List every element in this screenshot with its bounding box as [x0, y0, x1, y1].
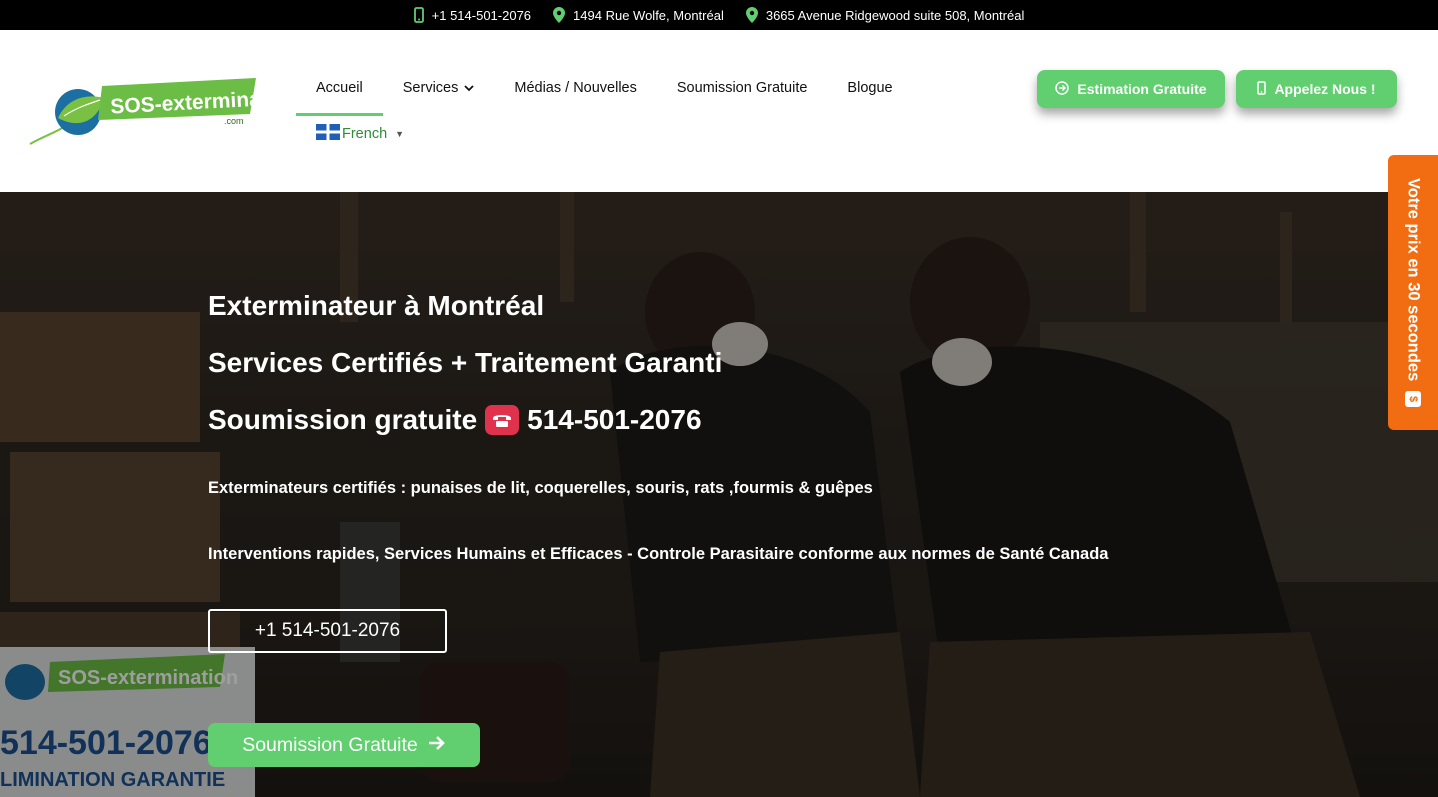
map-pin-icon — [553, 7, 566, 23]
nav-label: Médias / Nouvelles — [514, 80, 637, 96]
hero-paragraph-2: Interventions rapides, Services Humains … — [208, 545, 1109, 563]
side-tab-label: Votre prix en 30 secondes — [1404, 177, 1423, 382]
nav-label: Soumission Gratuite — [676, 80, 808, 96]
hero-soumission-button[interactable]: Soumission Gratuite — [208, 723, 480, 767]
topbar-phone[interactable]: +1 514-501-2076 — [413, 7, 531, 23]
quebec-flag-icon — [316, 124, 340, 144]
estimation-button[interactable]: Estimation Gratuite — [1037, 70, 1225, 108]
main-nav: Accueil Services Médias / Nouvelles Soum… — [296, 72, 913, 116]
hero-phone-button[interactable]: +1 514-501-2076 — [208, 609, 447, 653]
topbar-address-2-text: 3665 Avenue Ridgewood suite 508, Montréa… — [765, 7, 1025, 23]
price-side-tab[interactable]: Votre prix en 30 secondes $ — [1388, 155, 1438, 430]
nav-label: Blogue — [847, 80, 893, 96]
nav-label: Accueil — [316, 80, 363, 96]
topbar-address-1-text: 1494 Rue Wolfe, Montréal — [573, 7, 724, 23]
topbar-address-2: 3665 Avenue Ridgewood suite 508, Montréa… — [745, 7, 1025, 23]
topbar-phone-text[interactable]: +1 514-501-2076 — [432, 8, 531, 23]
mobile-phone-icon — [413, 7, 424, 23]
hero-title-line3: Soumission gratuite 514-501-2076 — [208, 404, 702, 436]
nav-label: Services — [402, 80, 459, 96]
dollar-icon: $ — [1405, 391, 1421, 408]
caret-down-icon: ▼ — [395, 129, 405, 139]
estimation-button-label: Estimation Gratuite — [1077, 81, 1207, 97]
top-info-bar: +1 514-501-2076 1494 Rue Wolfe, Montréal… — [0, 0, 1438, 30]
hero-soumission-label: Soumission Gratuite — [242, 733, 418, 756]
nav-item-medias[interactable]: Médias / Nouvelles — [494, 72, 657, 110]
nav-item-services[interactable]: Services — [383, 72, 495, 110]
language-selector[interactable]: French ▼ — [316, 124, 404, 144]
hero-title-line1: Exterminateur à Montréal — [208, 290, 545, 321]
nav-item-soumission[interactable]: Soumission Gratuite — [657, 72, 828, 110]
map-pin-icon — [745, 7, 758, 23]
telephone-icon — [485, 405, 520, 435]
arrow-right-icon — [428, 734, 446, 757]
mobile-phone-icon — [1257, 80, 1267, 98]
logo-subtext: .com — [224, 116, 244, 126]
arrow-circle-icon — [1055, 80, 1070, 98]
hero-title-line2: Services Certifiés + Traitement Garanti — [208, 347, 723, 378]
call-button-label: Appelez Nous ! — [1274, 81, 1376, 97]
hero-paragraph-1: Exterminateurs certifiés : punaises de l… — [208, 479, 873, 497]
hero-line3-prefix: Soumission gratuite — [208, 404, 478, 435]
nav-item-blogue[interactable]: Blogue — [827, 72, 912, 110]
nav-item-accueil[interactable]: Accueil — [296, 72, 383, 116]
topbar-address-1: 1494 Rue Wolfe, Montréal — [553, 7, 724, 23]
language-label: French — [342, 126, 388, 142]
hero-section: SOS-extermination 514-501-2076 LIMINATIO… — [0, 192, 1438, 797]
site-logo[interactable]: SOS-extermination .com — [28, 78, 300, 146]
chevron-down-icon — [464, 80, 474, 96]
hero-line3-phone[interactable]: 514-501-2076 — [527, 404, 701, 436]
site-header: SOS-extermination .com Accueil Services … — [0, 30, 1438, 192]
call-button[interactable]: Appelez Nous ! — [1236, 70, 1397, 108]
